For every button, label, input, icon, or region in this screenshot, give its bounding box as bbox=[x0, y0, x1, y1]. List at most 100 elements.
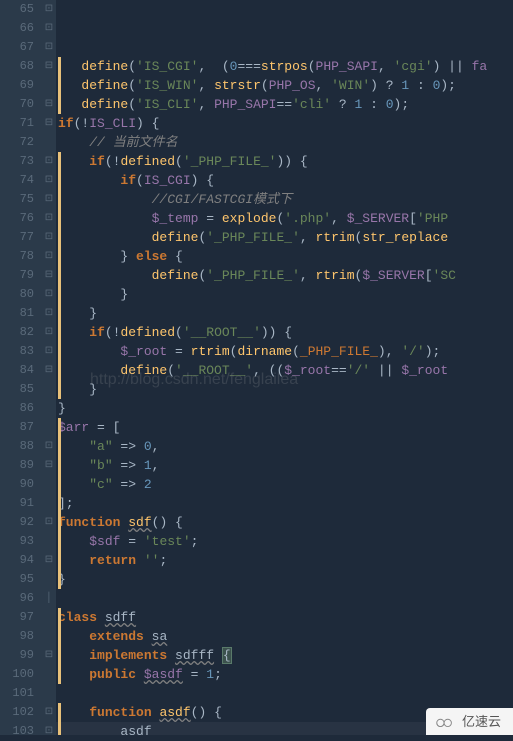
line-number: 66 bbox=[0, 19, 34, 38]
code-line[interactable]: if(!defined('_PHP_FILE_')) { bbox=[58, 152, 513, 171]
line-number: 97 bbox=[0, 608, 34, 627]
line-number: 96 bbox=[0, 589, 34, 608]
code-line[interactable]: define('IS_CGI', (0===strpos(PHP_SAPI, '… bbox=[58, 57, 513, 76]
fold-marker bbox=[42, 76, 56, 95]
fold-marker bbox=[42, 399, 56, 418]
code-line[interactable]: "b" => 1, bbox=[58, 456, 513, 475]
line-number: 85 bbox=[0, 380, 34, 399]
fold-marker[interactable]: ⊡ bbox=[42, 0, 56, 19]
fold-marker bbox=[42, 532, 56, 551]
line-number: 70 bbox=[0, 95, 34, 114]
code-line[interactable]: define('_PHP_FILE_', rtrim($_SERVER['SC bbox=[58, 266, 513, 285]
line-number: 79 bbox=[0, 266, 34, 285]
code-line[interactable]: //CGI/FASTCGI模式下 bbox=[58, 190, 513, 209]
line-number: 95 bbox=[0, 570, 34, 589]
code-line[interactable]: "c" => 2 bbox=[58, 475, 513, 494]
line-number: 83 bbox=[0, 342, 34, 361]
line-number: 103 bbox=[0, 722, 34, 741]
fold-marker[interactable]: ⊡ bbox=[42, 228, 56, 247]
fold-marker bbox=[42, 608, 56, 627]
code-line[interactable] bbox=[58, 589, 513, 608]
fold-marker[interactable]: ⊟ bbox=[42, 361, 56, 380]
line-number: 100 bbox=[0, 665, 34, 684]
code-line[interactable]: define('__ROOT__', (($_root=='/' || $_ro… bbox=[58, 361, 513, 380]
line-number: 65 bbox=[0, 0, 34, 19]
line-number: 82 bbox=[0, 323, 34, 342]
fold-marker[interactable]: ⊡ bbox=[42, 703, 56, 722]
line-number: 76 bbox=[0, 209, 34, 228]
code-line[interactable]: "a" => 0, bbox=[58, 437, 513, 456]
fold-marker[interactable]: ⊡ bbox=[42, 247, 56, 266]
code-line[interactable]: } bbox=[58, 399, 513, 418]
code-line[interactable]: if(!IS_CLI) { bbox=[58, 114, 513, 133]
fold-marker[interactable]: ⊟ bbox=[42, 646, 56, 665]
code-line[interactable]: } bbox=[58, 380, 513, 399]
cloud-icon bbox=[434, 715, 456, 729]
line-number: 74 bbox=[0, 171, 34, 190]
line-number: 102 bbox=[0, 703, 34, 722]
line-number: 71 bbox=[0, 114, 34, 133]
code-line[interactable]: $_root = rtrim(dirname(_PHP_FILE_), '/')… bbox=[58, 342, 513, 361]
fold-marker[interactable]: ⊡ bbox=[42, 38, 56, 57]
code-line[interactable]: public $asdf = 1; bbox=[58, 665, 513, 684]
code-line[interactable]: } bbox=[58, 304, 513, 323]
code-line[interactable]: // 当前文件名 bbox=[58, 133, 513, 152]
fold-marker[interactable]: ⊡ bbox=[42, 342, 56, 361]
fold-marker[interactable]: ⊡ bbox=[42, 152, 56, 171]
code-line[interactable]: extends sa bbox=[58, 627, 513, 646]
code-line[interactable]: implements sdfff { bbox=[58, 646, 513, 665]
fold-marker[interactable]: ⊡ bbox=[42, 285, 56, 304]
code-line[interactable]: define('_PHP_FILE_', rtrim(str_replace bbox=[58, 228, 513, 247]
fold-column[interactable]: ⊡⊡⊡⊟⊟⊟⊡⊡⊡⊡⊡⊡⊟⊡⊡⊡⊡⊟⊡⊟⊡⊟│⊟⊡⊡ bbox=[42, 0, 56, 735]
code-line[interactable]: function sdf() { bbox=[58, 513, 513, 532]
line-number: 90 bbox=[0, 475, 34, 494]
line-number: 69 bbox=[0, 76, 34, 95]
code-editor[interactable]: 6566676869707172737475767778798081828384… bbox=[0, 0, 513, 735]
code-line[interactable]: } bbox=[58, 570, 513, 589]
fold-marker[interactable]: ⊡ bbox=[42, 513, 56, 532]
fold-marker[interactable]: ⊟ bbox=[42, 57, 56, 76]
code-line[interactable]: } bbox=[58, 285, 513, 304]
fold-marker[interactable]: ⊡ bbox=[42, 209, 56, 228]
line-number: 93 bbox=[0, 532, 34, 551]
line-number: 89 bbox=[0, 456, 34, 475]
line-number: 77 bbox=[0, 228, 34, 247]
fold-marker[interactable]: ⊟ bbox=[42, 114, 56, 133]
line-number: 84 bbox=[0, 361, 34, 380]
fold-marker[interactable]: ⊡ bbox=[42, 323, 56, 342]
code-line[interactable]: define('IS_CLI', PHP_SAPI=='cli' ? 1 : 0… bbox=[58, 95, 513, 114]
code-line[interactable]: $sdf = 'test'; bbox=[58, 532, 513, 551]
fold-marker[interactable]: ⊟ bbox=[42, 456, 56, 475]
code-line[interactable]: $_temp = explode('.php', $_SERVER['PHP bbox=[58, 209, 513, 228]
fold-marker[interactable]: ⊟ bbox=[42, 95, 56, 114]
code-line[interactable]: if(IS_CGI) { bbox=[58, 171, 513, 190]
code-line[interactable]: class sdff bbox=[58, 608, 513, 627]
line-number: 87 bbox=[0, 418, 34, 437]
fold-marker[interactable]: ⊡ bbox=[42, 190, 56, 209]
fold-marker[interactable]: ⊡ bbox=[42, 19, 56, 38]
fold-marker bbox=[42, 665, 56, 684]
code-line[interactable]: $arr = [ bbox=[58, 418, 513, 437]
line-number: 94 bbox=[0, 551, 34, 570]
fold-marker bbox=[42, 570, 56, 589]
code-line[interactable]: define('IS_WIN', strstr(PHP_OS, 'WIN') ?… bbox=[58, 76, 513, 95]
fold-marker[interactable]: ⊡ bbox=[42, 304, 56, 323]
code-line[interactable]: if(!defined('__ROOT__')) { bbox=[58, 323, 513, 342]
fold-marker bbox=[42, 380, 56, 399]
line-number: 91 bbox=[0, 494, 34, 513]
fold-marker bbox=[42, 627, 56, 646]
code-line[interactable]: ]; bbox=[58, 494, 513, 513]
code-area[interactable]: define('IS_CGI', (0===strpos(PHP_SAPI, '… bbox=[56, 0, 513, 735]
line-number: 98 bbox=[0, 627, 34, 646]
code-line[interactable]: } else { bbox=[58, 247, 513, 266]
code-line[interactable]: return ''; bbox=[58, 551, 513, 570]
code-line[interactable] bbox=[58, 684, 513, 703]
fold-marker[interactable]: ⊡ bbox=[42, 722, 56, 741]
line-number: 68 bbox=[0, 57, 34, 76]
line-number: 101 bbox=[0, 684, 34, 703]
fold-marker[interactable]: ⊡ bbox=[42, 437, 56, 456]
fold-marker[interactable]: ⊡ bbox=[42, 171, 56, 190]
fold-marker[interactable]: ⊟ bbox=[42, 551, 56, 570]
fold-marker[interactable]: │ bbox=[42, 589, 56, 608]
fold-marker[interactable]: ⊟ bbox=[42, 266, 56, 285]
